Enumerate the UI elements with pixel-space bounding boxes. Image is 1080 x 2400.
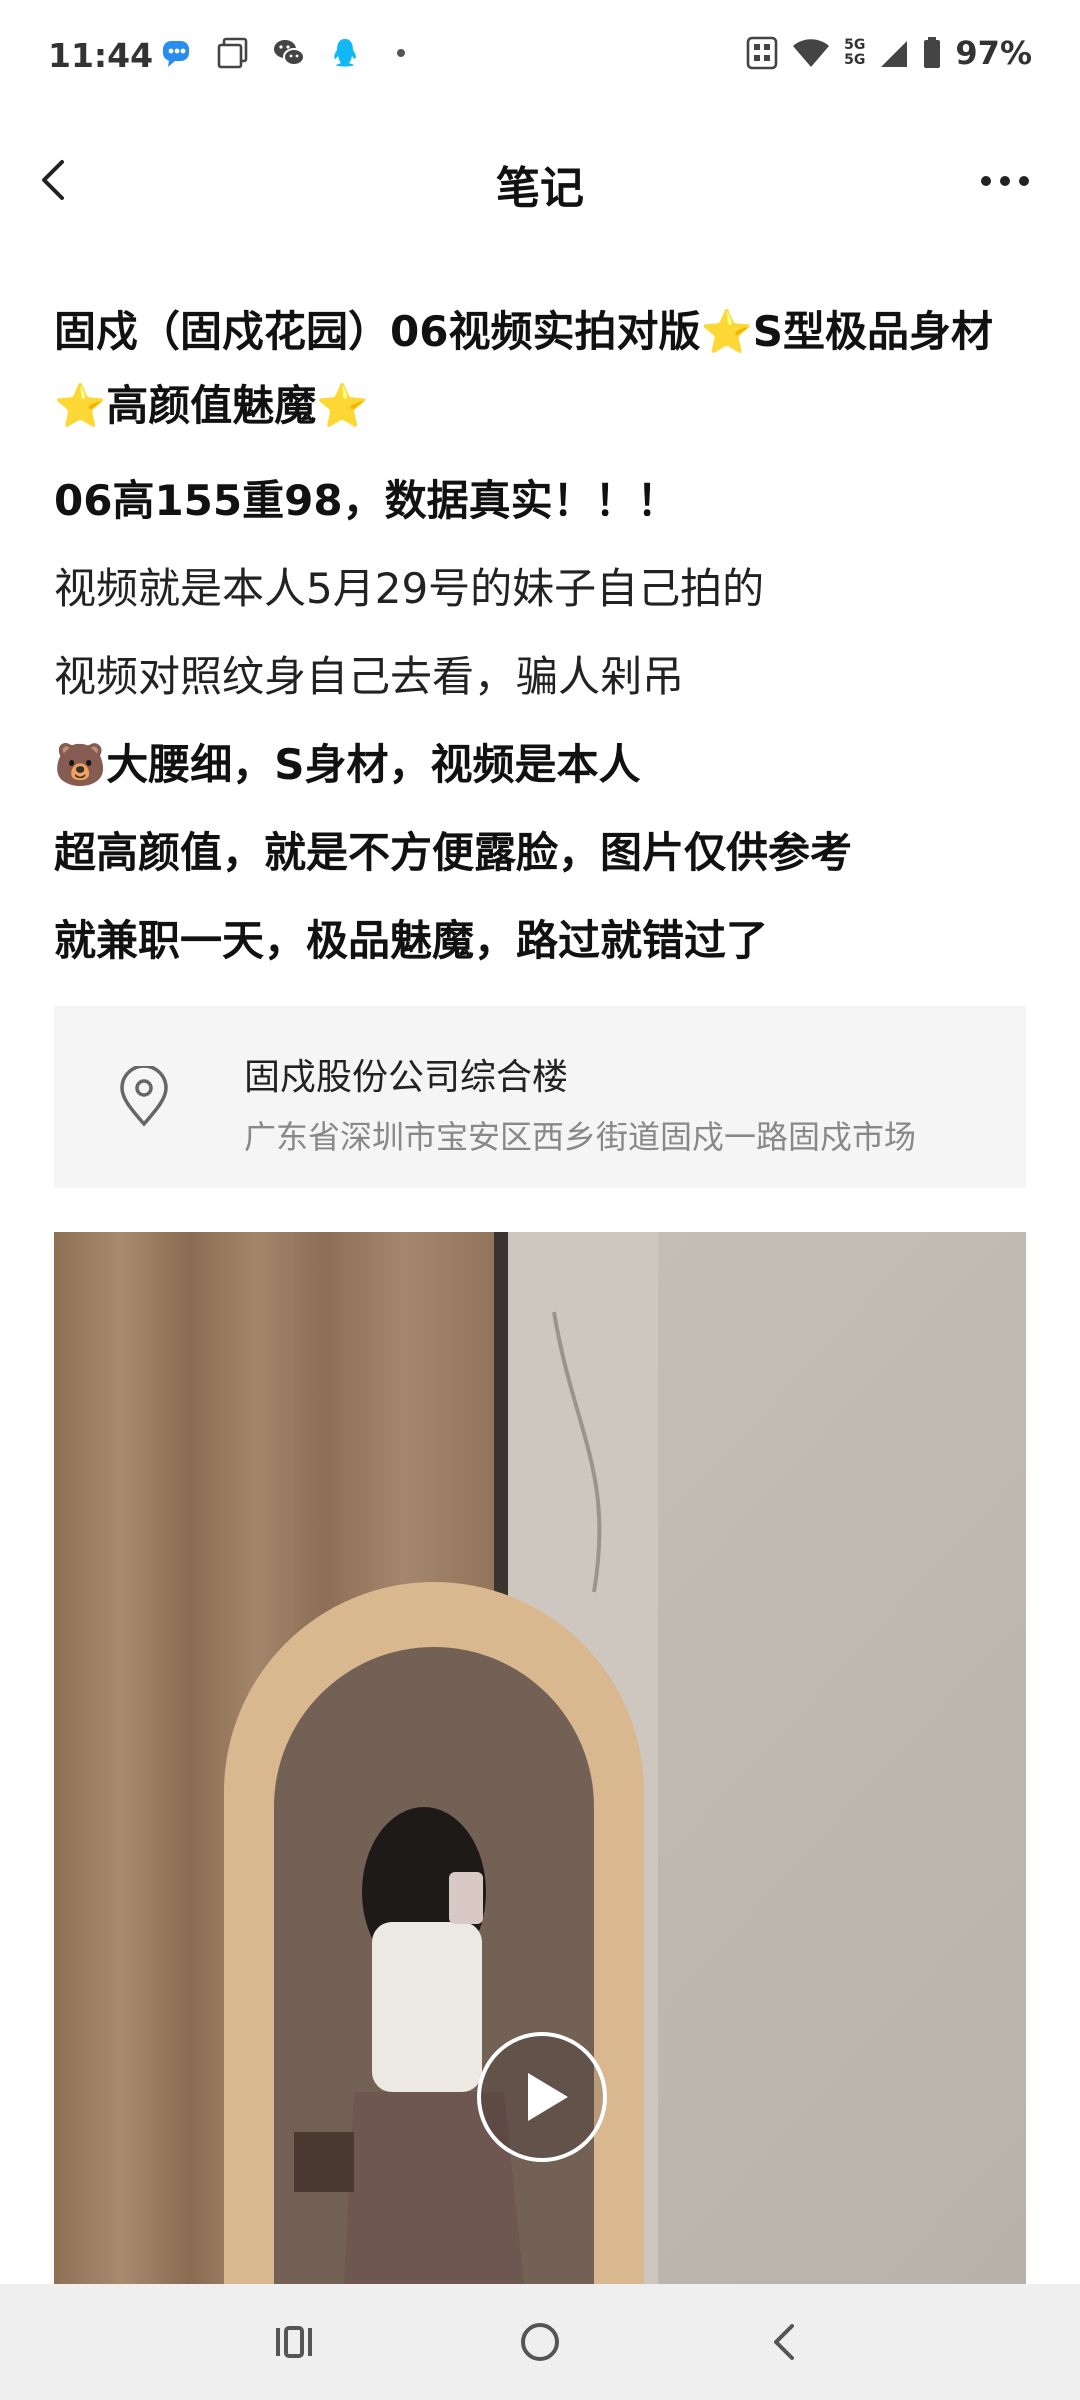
post-content: 固戍（固戍花园）06视频实拍对版⭐S型极品身材⭐高颜值魅魔⭐ 06高155重98…: [54, 295, 1034, 971]
gallery-icon: [217, 37, 248, 69]
system-nav-bar: [0, 2284, 1080, 2400]
battery-icon: [924, 37, 941, 68]
qq-icon: [334, 39, 356, 67]
page-title: 笔记: [496, 163, 584, 214]
post-title: 固戍（固戍花园）06视频实拍对版⭐S型极品身材⭐高颜值魅魔⭐: [54, 307, 993, 430]
post-line: 视频就是本人5月29号的妹子自己拍的: [54, 564, 765, 613]
chat-bubble-icon: [163, 41, 189, 67]
video-thumbnail[interactable]: [54, 1232, 1026, 2284]
more-options-button[interactable]: [970, 156, 1040, 206]
status-time: 11:44: [48, 36, 154, 75]
dot-icon: [397, 49, 405, 57]
back-nav-icon[interactable]: [756, 2312, 816, 2372]
signal-icon: [881, 41, 908, 67]
status-bar: 11:44 5G 5G 97%: [0, 0, 1080, 110]
wechat-icon: [274, 40, 305, 66]
nfc-icon: [746, 36, 778, 70]
location-card[interactable]: 固戍股份公司综合楼 广东省深圳市宝安区西乡街道固戍一路固戍市场: [54, 1006, 1026, 1188]
post-line: 就兼职一天，极品魅魔，路过就错过了: [54, 916, 769, 965]
location-name: 固戍股份公司综合楼: [244, 1057, 569, 1098]
network-label-bottom: 5G: [844, 52, 866, 68]
recent-apps-icon[interactable]: [264, 2312, 324, 2372]
post-line: 06高155重98，数据真实！！！: [54, 476, 679, 525]
location-pin-icon: [120, 1066, 168, 1127]
post-line: 视频对照纹身自己去看，骗人剁吊: [54, 652, 685, 701]
location-address: 广东省深圳市宝安区西乡街道固戍一路固戍市场: [244, 1118, 917, 1156]
play-button[interactable]: [474, 2029, 610, 2165]
status-icons-left: [160, 36, 418, 70]
top-app-bar: 笔记: [0, 120, 1080, 240]
post-line: 超高颜值，就是不方便露脸，图片仅供参考: [54, 828, 853, 877]
network-type: 5G 5G: [844, 38, 865, 68]
network-label-top: 5G: [844, 37, 866, 53]
wifi-icon: [793, 39, 830, 67]
home-icon[interactable]: [510, 2312, 570, 2372]
status-icons-right: 5G 5G 97%: [746, 34, 1032, 72]
post-line: 🐻大腰细，S身材，视频是本人: [54, 740, 641, 789]
battery-percent: 97%: [955, 34, 1032, 72]
